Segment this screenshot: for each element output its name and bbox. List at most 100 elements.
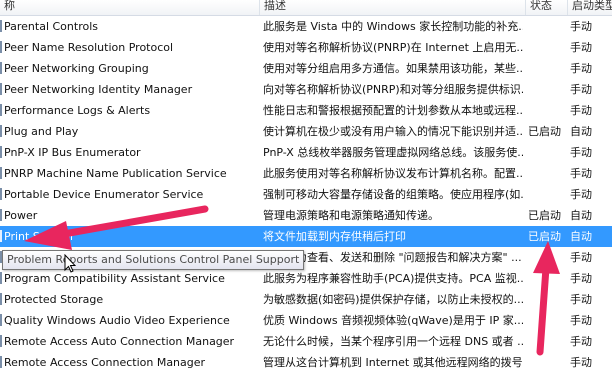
service-row[interactable]: PNRP Machine Name Publication Service 此服务… [0,163,612,184]
service-startup-type: 手动 [570,272,592,285]
service-icon [0,62,2,74]
service-startup-type: 自动 [570,230,592,243]
service-name-text: Peer Networking Identity Manager [4,83,193,96]
service-status [528,142,566,163]
service-name-text: Power [4,209,38,222]
service-name: Peer Networking Grouping [0,58,256,79]
service-icon [0,314,2,326]
service-description: 使计算机在极少或没有用户输入的情况下能识别并适... [263,125,523,138]
mouse-cursor-icon [64,254,76,273]
column-header-bar: 称 描述 状态 启动类型 [0,0,612,16]
service-description: 将文件加载到内存供稍后打印 [263,230,406,243]
service-name: Remote Access Auto Connection Manager [0,331,256,352]
service-row[interactable]: Remote Access Connection Manager 管理从这台计算机… [0,352,612,373]
service-icon [0,209,2,221]
service-startup-type: 手动 [570,188,592,201]
service-icon [0,104,2,116]
service-name: Portable Device Enumerator Service [0,184,256,205]
service-description: 管理电源策略和电源策略通知传递。 [263,209,439,222]
service-status [528,100,566,121]
service-row[interactable]: Program Compatibility Assistant Service 此… [0,268,612,289]
service-startup-type: 手动 [570,83,592,96]
service-status [528,37,566,58]
service-startup-type: 手动 [570,41,592,54]
service-name: Parental Controls [0,16,256,37]
service-description: 向对等名称解析协议(PNRP)和对等分组服务提供标识... [263,83,523,96]
service-row[interactable]: Peer Networking Identity Manager 向对等名称解析协… [0,79,612,100]
service-name: Peer Name Resolution Protocol [0,37,256,58]
service-status [528,163,566,184]
service-startup-type: 手动 [570,20,592,33]
service-name-text: Peer Name Resolution Protocol [4,41,174,54]
service-row[interactable]: Protected Storage 为敏感数据(如密码)提供保护存储，以防止未授权… [0,289,612,310]
service-description: 此服务是 Vista 中的 Windows 家长控制功能的补充... [263,20,523,33]
service-name-text: PNRP Machine Name Publication Service [4,167,227,180]
service-name-text: Program Compatibility Assistant Service [4,272,225,285]
name-tooltip: Problem Reports and Solutions Control Pa… [2,250,305,270]
service-icon [0,146,2,158]
service-status: 已启动 [528,125,561,138]
service-startup-type: 手动 [570,167,592,180]
service-icon [0,272,2,284]
service-row[interactable]: Parental Controls 此服务是 Vista 中的 Windows 家… [0,16,612,37]
service-icon [0,167,2,179]
service-name-text: Quality Windows Audio Video Experience [4,314,230,327]
service-row[interactable]: Power 管理电源策略和电源策略通知传递。 已启动 自动 [0,205,612,226]
service-status [528,247,566,268]
service-description: 使用对等名称解析协议(PNRP)在 Internet 上启用无... [263,41,523,54]
service-name: Power [0,205,256,226]
service-description: 此服务为程序兼容性助手(PCA)提供支持。PCA 监视... [263,272,523,285]
service-startup-type: 手动 [570,293,592,306]
service-name: Performance Logs & Alerts [0,100,256,121]
column-header-startup-type[interactable]: 启动类型 [567,0,612,15]
service-name: Plug and Play [0,121,256,142]
service-name-text: PnP-X IP Bus Enumerator [4,146,141,159]
service-status [528,79,566,100]
service-icon [0,20,2,32]
service-name: PnP-X IP Bus Enumerator [0,142,256,163]
service-startup-type: 自动 [570,209,592,222]
column-header-description[interactable]: 描述 [259,0,525,15]
service-row[interactable]: Print Spooler 将文件加载到内存供稍后打印 已启动 自动 [0,226,612,247]
service-status: 已启动 [528,209,561,222]
service-row[interactable]: PnP-X IP Bus Enumerator PnP-X 总线枚举器服务管理虚拟… [0,142,612,163]
column-header-status[interactable]: 状态 [525,0,567,15]
service-row[interactable]: Remote Access Auto Connection Manager 无论什… [0,331,612,352]
service-name: Quality Windows Audio Video Experience [0,310,256,331]
service-name: Protected Storage [0,289,256,310]
service-startup-type: 自动 [570,125,592,138]
service-status [528,16,566,37]
services-list: 称 描述 状态 启动类型 Parental Controls 此服务是 Vista… [0,0,612,374]
service-name-text: Portable Device Enumerator Service [4,188,204,201]
service-name-text: Remote Access Connection Manager [4,356,206,369]
service-startup-type: 手动 [570,356,592,369]
service-row[interactable]: Quality Windows Audio Video Experience 优质… [0,310,612,331]
service-row[interactable]: Portable Device Enumerator Service 强制可移动大… [0,184,612,205]
service-name-text: Parental Controls [4,20,98,33]
service-icon [0,125,2,137]
service-name: Peer Networking Identity Manager [0,79,256,100]
service-name-text: Protected Storage [4,293,104,306]
service-status: 已启动 [528,230,561,243]
service-row[interactable]: Performance Logs & Alerts 性能日志和警报根据预配置的计划… [0,100,612,121]
service-status [528,331,566,352]
service-status [528,289,566,310]
service-icon [0,188,2,200]
service-startup-type: 手动 [570,62,592,75]
service-icon [0,335,2,347]
service-icon [0,293,2,305]
service-description: 管理从这台计算机到 Internet 或其他远程网络的拨号... [263,356,523,369]
service-name-text: Performance Logs & Alerts [4,104,151,117]
service-row[interactable]: Peer Name Resolution Protocol 使用对等名称解析协议(… [0,37,612,58]
service-status [528,268,566,289]
service-row[interactable]: Plug and Play 使计算机在极少或没有用户输入的情况下能识别并适... 已… [0,121,612,142]
service-name: Remote Access Connection Manager [0,352,256,373]
service-name: PNRP Machine Name Publication Service [0,163,256,184]
service-description: PnP-X 总线枚举器服务管理虚拟网络总线。该服务使... [263,146,523,159]
column-header-name[interactable]: 称 [0,0,258,15]
service-icon [0,230,2,242]
service-row[interactable]: Peer Networking Grouping 使用对等分组启用多方通信。如果禁… [0,58,612,79]
service-startup-type: 手动 [570,335,592,348]
service-icon [0,356,2,368]
service-description: 强制可移动大容量存储设备的组策略。使应用程序(如... [263,188,523,201]
